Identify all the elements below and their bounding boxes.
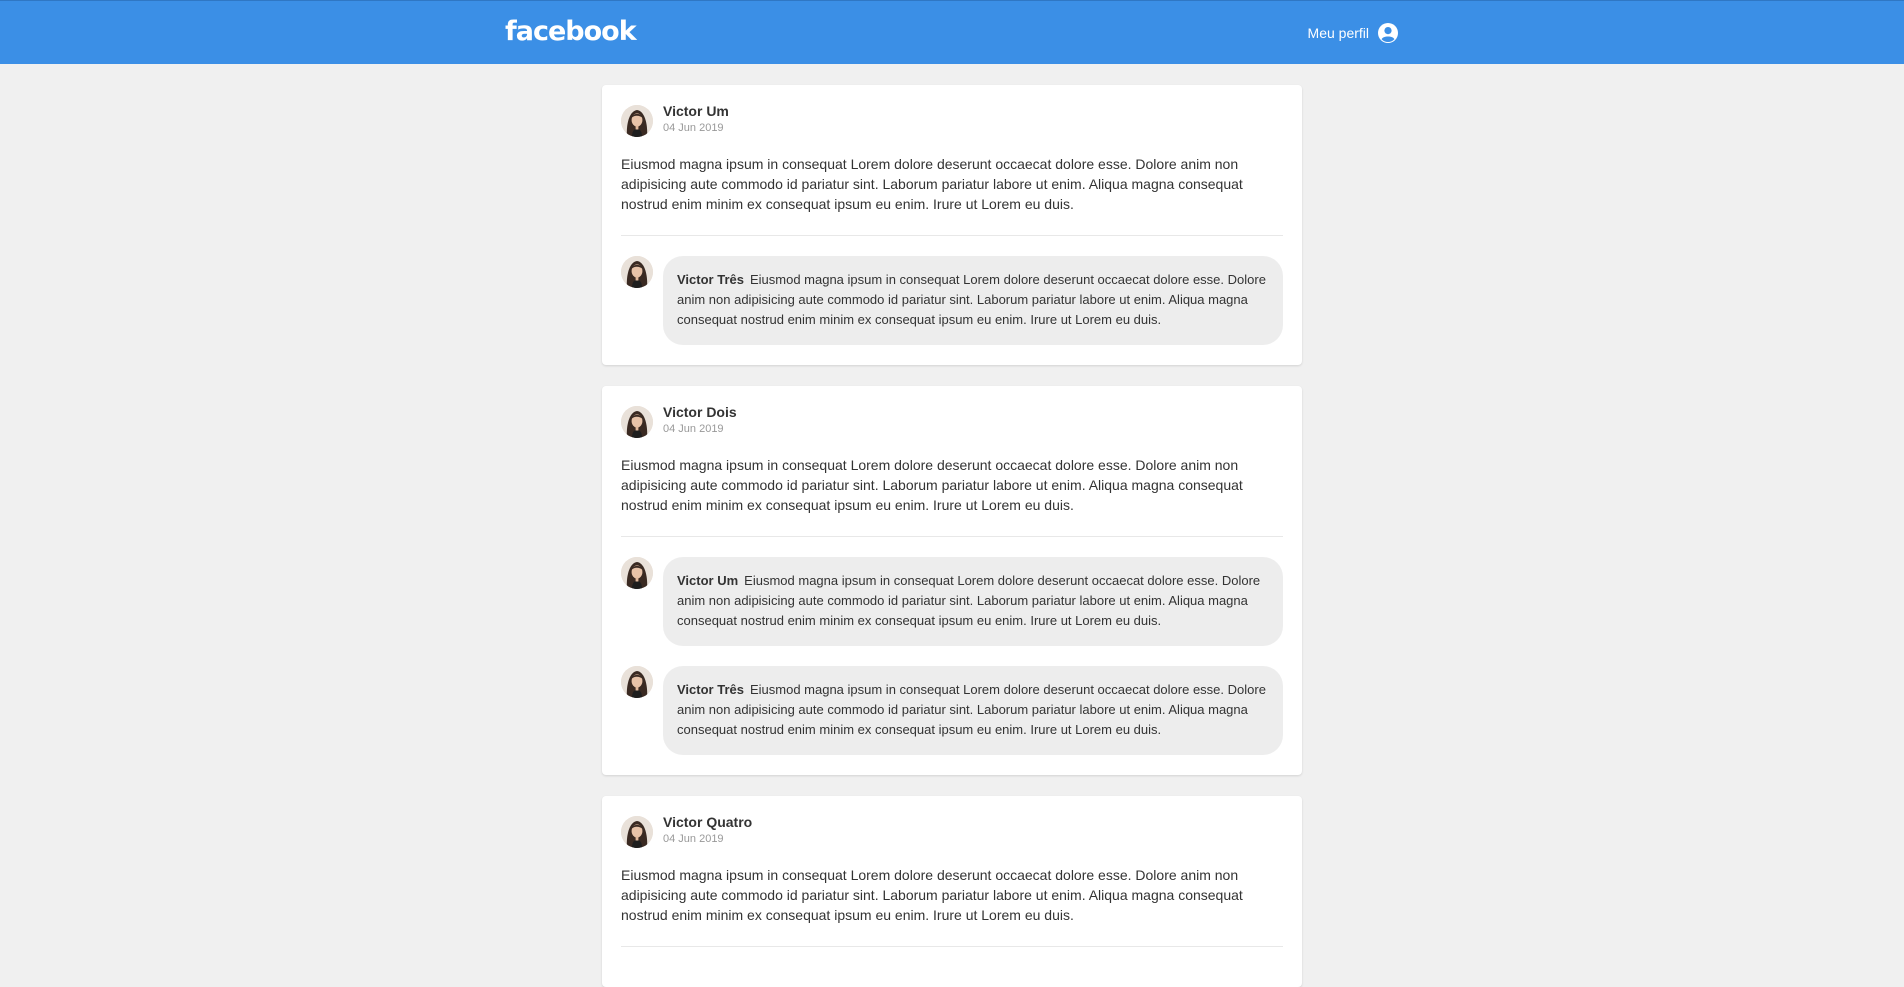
post-header: Victor Dois 04 Jun 2019 [621,404,1283,438]
comment-text: Eiusmod magna ipsum in consequat Lorem d… [677,272,1266,327]
top-bar-inner: facebook Meu perfil [505,1,1399,64]
post-date: 04 Jun 2019 [663,423,724,435]
comment-bubble: Victor Um Eiusmod magna ipsum in consequa… [663,557,1283,646]
comment: Victor Três Eiusmod magna ipsum in conseq… [621,666,1283,755]
comment-list: Victor Três Eiusmod magna ipsum in conseq… [621,256,1283,345]
post-content: Eiusmod magna ipsum in consequat Lorem d… [621,156,1243,212]
top-bar: facebook Meu perfil [0,0,1904,64]
comment-text: Eiusmod magna ipsum in consequat Lorem d… [677,573,1261,628]
avatar[interactable] [621,105,653,137]
profile-link[interactable]: Meu perfil [1308,22,1399,44]
divider [621,235,1283,236]
divider [621,946,1283,947]
comment-text: Eiusmod magna ipsum in consequat Lorem d… [677,682,1266,737]
post-author[interactable]: Victor Quatro [663,814,752,830]
facebook-logo[interactable]: facebook [505,16,637,47]
author-block: Victor Dois 04 Jun 2019 [663,404,737,435]
author-block: Victor Um 04 Jun 2019 [663,103,729,134]
post-header: Victor Quatro 04 Jun 2019 [621,814,1283,848]
user-circle-icon [1377,22,1399,44]
author-block: Victor Quatro 04 Jun 2019 [663,814,752,845]
comment-author[interactable]: Victor Três [677,272,744,287]
feed: Victor Um 04 Jun 2019 Eiusmod magna ipsum … [602,85,1302,987]
profile-label: Meu perfil [1307,24,1369,41]
avatar[interactable] [621,666,653,698]
post-card: Victor Dois 04 Jun 2019 Eiusmod magna ipsu… [602,386,1302,775]
comment-list: Victor Um Eiusmod magna ipsum in consequa… [621,557,1283,755]
post-content: Eiusmod magna ipsum in consequat Lorem d… [621,867,1243,923]
post-date: 04 Jun 2019 [663,833,724,845]
comment: Victor Três Eiusmod magna ipsum in conseq… [621,256,1283,345]
post-author[interactable]: Victor Um [663,103,729,119]
post-date: 04 Jun 2019 [663,122,724,134]
post-card: Victor Um 04 Jun 2019 Eiusmod magna ipsum … [602,85,1302,365]
divider [621,536,1283,537]
avatar[interactable] [621,256,653,288]
comment-bubble: Victor Três Eiusmod magna ipsum in conseq… [663,666,1283,755]
comment-author[interactable]: Victor Três [677,682,744,697]
comment-author[interactable]: Victor Um [677,573,738,588]
post-header: Victor Um 04 Jun 2019 [621,103,1283,137]
avatar[interactable] [621,816,653,848]
avatar[interactable] [621,406,653,438]
post-card: Victor Quatro 04 Jun 2019 Eiusmod magna ip… [602,796,1302,987]
post-author[interactable]: Victor Dois [663,404,737,420]
comment-bubble: Victor Três Eiusmod magna ipsum in conseq… [663,256,1283,345]
avatar[interactable] [621,557,653,589]
comment: Victor Um Eiusmod magna ipsum in consequa… [621,557,1283,646]
post-content: Eiusmod magna ipsum in consequat Lorem d… [621,457,1243,513]
